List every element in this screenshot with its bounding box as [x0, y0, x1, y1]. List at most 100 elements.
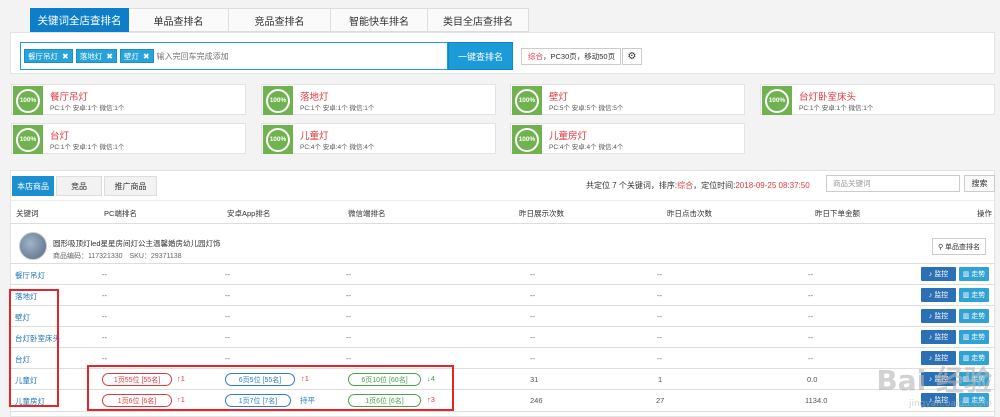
- close-icon[interactable]: ✖: [62, 52, 69, 61]
- pc-rank: --: [102, 333, 107, 342]
- pc-rank: --: [102, 354, 107, 363]
- locate-summary: 共定位 7 个关键词，排序:: [586, 181, 678, 190]
- pc-rank: --: [102, 312, 107, 321]
- impressions: --: [530, 354, 535, 363]
- monitor-button[interactable]: ♪ 监控: [921, 267, 956, 281]
- progress-badge: 100%: [762, 86, 792, 115]
- card-stats: PC:5个 安卓:5个 微信:5个: [549, 105, 624, 112]
- tab-single-item-rank[interactable]: 单品查排名: [129, 8, 229, 32]
- pin-icon: ⚲: [937, 243, 946, 251]
- product-tab-bar: 本店商品 竞品 推广商品: [12, 176, 159, 196]
- page-range-text: ，PC30页，移动50页: [543, 52, 616, 61]
- product-row: 圆形吸顶灯led星星房间灯公主温馨婚房幼儿园灯饰 商品编码：117321330 …: [11, 224, 994, 264]
- keyword-summary-card[interactable]: 100% 落地灯 PC:1个 安卓:1个 微信:1个: [261, 84, 496, 115]
- order-amount: --: [808, 270, 813, 279]
- keyword-chip[interactable]: 餐厅吊灯 ✖: [24, 49, 73, 63]
- rank-button-label: 单品查排名: [945, 243, 981, 251]
- highlight-box-rankings: [87, 365, 454, 411]
- close-icon[interactable]: ✖: [143, 52, 150, 61]
- product-thumbnail[interactable]: [19, 232, 47, 260]
- tab-smart-express-rank[interactable]: 智能快车排名: [331, 8, 428, 32]
- progress-badge: 100%: [512, 125, 542, 154]
- trend-button[interactable]: ▥ 走势: [959, 288, 989, 302]
- column-header: 安卓App排名: [227, 209, 271, 218]
- clicks: --: [657, 270, 662, 279]
- tab-competitor-products[interactable]: 竞品: [56, 176, 102, 196]
- monitor-label: 监控: [934, 313, 949, 320]
- sort-mode-value: 综合: [528, 52, 543, 61]
- chart-icon: ▥: [962, 313, 972, 320]
- keyword-summary-card[interactable]: 100% 餐厅吊灯 PC:1个 安卓:1个 微信:1个: [11, 84, 246, 115]
- order-amount: --: [808, 312, 813, 321]
- card-stats: PC:1个 安卓:1个 微信:1个: [300, 105, 375, 112]
- search-button[interactable]: 搜索: [964, 175, 995, 192]
- keyword-chip[interactable]: 落地灯 ✖: [75, 49, 117, 63]
- trend-button[interactable]: ▥ 走势: [959, 309, 989, 323]
- progress-badge: 100%: [512, 86, 542, 115]
- table-row: 台灯卧室床头 -- -- -- -- -- -- ♪ 监控 ▥ 走势: [11, 327, 994, 348]
- keyword-link[interactable]: 餐厅吊灯: [15, 270, 45, 281]
- progress-badge: 100%: [13, 125, 43, 154]
- card-stats: PC:4个 安卓:4个 微信:4个: [300, 144, 375, 151]
- order-amount: --: [808, 291, 813, 300]
- keyword-chip[interactable]: 壁灯 ✖: [119, 49, 154, 63]
- card-title: 儿童灯: [300, 131, 329, 142]
- monitor-label: 监控: [934, 334, 949, 341]
- watermark-sub: jingyan.baidu.com: [908, 399, 992, 409]
- keyword-input-box[interactable]: 餐厅吊灯 ✖ 落地灯 ✖ 壁灯 ✖: [20, 42, 448, 70]
- trend-label: 走势: [971, 271, 986, 278]
- progress-percent: 100%: [266, 127, 290, 152]
- keyword-summary-card[interactable]: 100% 台灯 PC:1个 安卓:1个 微信:1个: [11, 123, 246, 154]
- product-title[interactable]: 圆形吸顶灯led星星房间灯公主温馨婚房幼儿园灯饰: [53, 238, 221, 249]
- keyword-summary-card[interactable]: 100% 儿童房灯 PC:4个 安卓:4个 微信:4个: [510, 123, 745, 154]
- trend-button[interactable]: ▥ 走势: [959, 330, 989, 344]
- monitor-button[interactable]: ♪ 监控: [921, 330, 956, 344]
- order-amount: 0.0: [807, 375, 818, 384]
- progress-badge: 100%: [263, 125, 293, 154]
- tab-competitor-rank[interactable]: 竞品查排名: [229, 8, 331, 32]
- monitor-button[interactable]: ♪ 监控: [921, 288, 956, 302]
- sort-mode-selector[interactable]: 综合 ，PC30页，移动50页: [521, 48, 621, 65]
- chip-label: 落地灯: [79, 51, 103, 61]
- trend-button[interactable]: ▥ 走势: [959, 267, 989, 281]
- keyword-input[interactable]: [156, 51, 357, 61]
- impressions: --: [530, 291, 535, 300]
- monitor-button[interactable]: ♪ 监控: [921, 309, 956, 323]
- keyword-summary-card[interactable]: 100% 壁灯 PC:5个 安卓:5个 微信:5个: [510, 84, 745, 115]
- trend-label: 走势: [971, 292, 986, 299]
- progress-percent: 100%: [515, 127, 539, 152]
- baidu-watermark: Bai 经验 jingyan.baidu.com: [876, 359, 992, 409]
- product-keyword-input[interactable]: 商品关键词: [826, 175, 960, 192]
- keyword-summary-card[interactable]: 100% 台灯卧室床头 PC:1个 安卓:1个 微信:1个: [760, 84, 995, 115]
- tab-own-products[interactable]: 本店商品: [12, 176, 54, 196]
- tab-category-shop-rank[interactable]: 类目全店查排名: [428, 8, 529, 32]
- locate-time-label: ，定位时间:: [693, 181, 736, 190]
- card-title: 壁灯: [549, 92, 569, 103]
- clicks: 27: [656, 396, 665, 405]
- android-rank: --: [225, 291, 230, 300]
- impressions: --: [530, 270, 535, 279]
- clicks: --: [657, 291, 662, 300]
- chip-label: 餐厅吊灯: [28, 51, 58, 61]
- locate-info: 共定位 7 个关键词，排序:综合，定位时间:2018-09-25 08:37:5…: [586, 180, 810, 191]
- close-icon[interactable]: ✖: [106, 52, 113, 61]
- card-title: 落地灯: [300, 92, 329, 103]
- column-header: 昨日点击次数: [667, 209, 712, 218]
- table-header: 关键词 PC端排名 安卓App排名 微信端排名 昨日展示次数 昨日点击次数 昨日…: [11, 200, 994, 224]
- one-click-rank-button[interactable]: 一键查排名: [448, 42, 513, 70]
- trend-label: 走势: [971, 334, 986, 341]
- product-code: 商品编码：117321330 SKU：29371138: [53, 253, 182, 260]
- keyword-summary-card[interactable]: 100% 儿童灯 PC:4个 安卓:4个 微信:4个: [261, 123, 496, 154]
- table-row: 壁灯 -- -- -- -- -- -- ♪ 监控 ▥ 走势: [11, 306, 994, 327]
- progress-percent: 100%: [515, 88, 539, 113]
- chart-icon: ▥: [962, 334, 972, 341]
- wechat-rank: --: [346, 270, 351, 279]
- tab-keyword-shop-rank[interactable]: 关键词全店查排名: [30, 8, 129, 32]
- tab-promoted-products[interactable]: 推广商品: [104, 176, 157, 196]
- progress-percent: 100%: [16, 88, 40, 113]
- android-rank: --: [225, 333, 230, 342]
- gear-icon[interactable]: ⚙: [622, 48, 642, 65]
- impressions: --: [530, 312, 535, 321]
- single-item-rank-button[interactable]: ⚲ 单品查排名: [932, 238, 986, 255]
- order-amount: --: [808, 354, 813, 363]
